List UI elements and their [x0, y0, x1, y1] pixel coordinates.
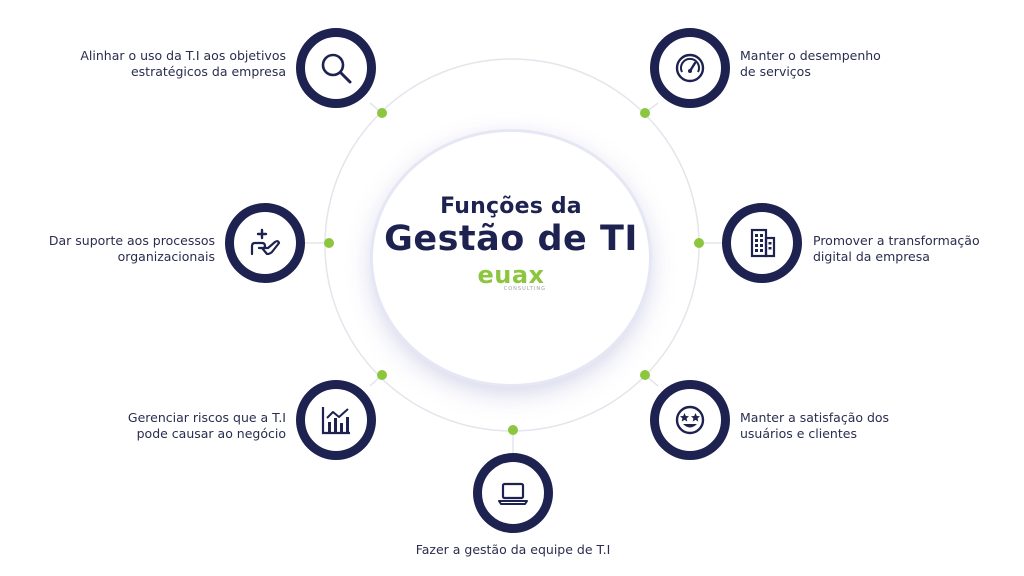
node-performance: [650, 28, 730, 108]
label-align: Alinhar o uso da T.I aos objetivos estra…: [60, 48, 286, 80]
chart-icon: [321, 407, 350, 435]
dot-risks: [377, 370, 387, 380]
dot-support: [324, 238, 334, 248]
label-team-line1: Fazer a gestão da equipe de T.I: [415, 542, 611, 557]
node-team: [473, 453, 553, 533]
node-satisfaction: [650, 380, 730, 460]
center-title-line2: Gestão de TI: [384, 219, 638, 259]
node-support: [225, 203, 305, 283]
dot-align: [377, 108, 387, 118]
label-support: Dar suporte aos processos organizacionai…: [40, 233, 215, 265]
label-support-line2: organizacionais: [117, 249, 215, 264]
center-title-line1: Funções da: [440, 194, 582, 219]
label-risks: Gerenciar riscos que a T.I pode causar a…: [100, 410, 286, 442]
label-support-line1: Dar suporte aos processos: [48, 233, 215, 248]
label-satisfaction-line2: usuários e clientes: [740, 426, 857, 441]
label-align-line2: estratégicos da empresa: [130, 64, 286, 79]
label-satisfaction: Manter a satisfação dos usuários e clien…: [740, 410, 940, 442]
node-risks: [296, 380, 376, 460]
label-risks-line1: Gerenciar riscos que a T.I: [127, 410, 286, 425]
star-eyes-face-icon: [675, 405, 705, 435]
euax-logo: euax CONSULTING: [466, 262, 556, 292]
label-performance-line1: Manter o desempenho: [740, 48, 881, 63]
dot-satisfaction: [640, 370, 650, 380]
label-team: Fazer a gestão da equipe de T.I: [393, 542, 633, 558]
node-align: [296, 28, 376, 108]
label-performance-line2: de serviços: [740, 64, 811, 79]
speedometer-icon: [675, 53, 705, 83]
label-performance: Manter o desempenho de serviços: [740, 48, 940, 80]
label-risks-line2: pode causar ao negócio: [136, 426, 286, 441]
label-digital-line2: digital da empresa: [813, 249, 930, 264]
dot-performance: [640, 108, 650, 118]
label-satisfaction-line1: Manter a satisfação dos: [740, 410, 890, 425]
node-digital: [722, 203, 802, 283]
label-digital-line1: Promover a transformação: [813, 233, 980, 248]
dot-digital: [694, 238, 704, 248]
hand-plus-icon: [250, 228, 281, 256]
building-icon: [750, 228, 776, 258]
logo-text: euax: [477, 261, 545, 289]
laptop-icon: [498, 482, 528, 505]
dot-team: [508, 425, 518, 435]
label-align-line1: Alinhar o uso da T.I aos objetivos: [80, 48, 286, 63]
label-digital: Promover a transformação digital da empr…: [813, 233, 1013, 265]
magnifier-icon: [321, 53, 352, 84]
